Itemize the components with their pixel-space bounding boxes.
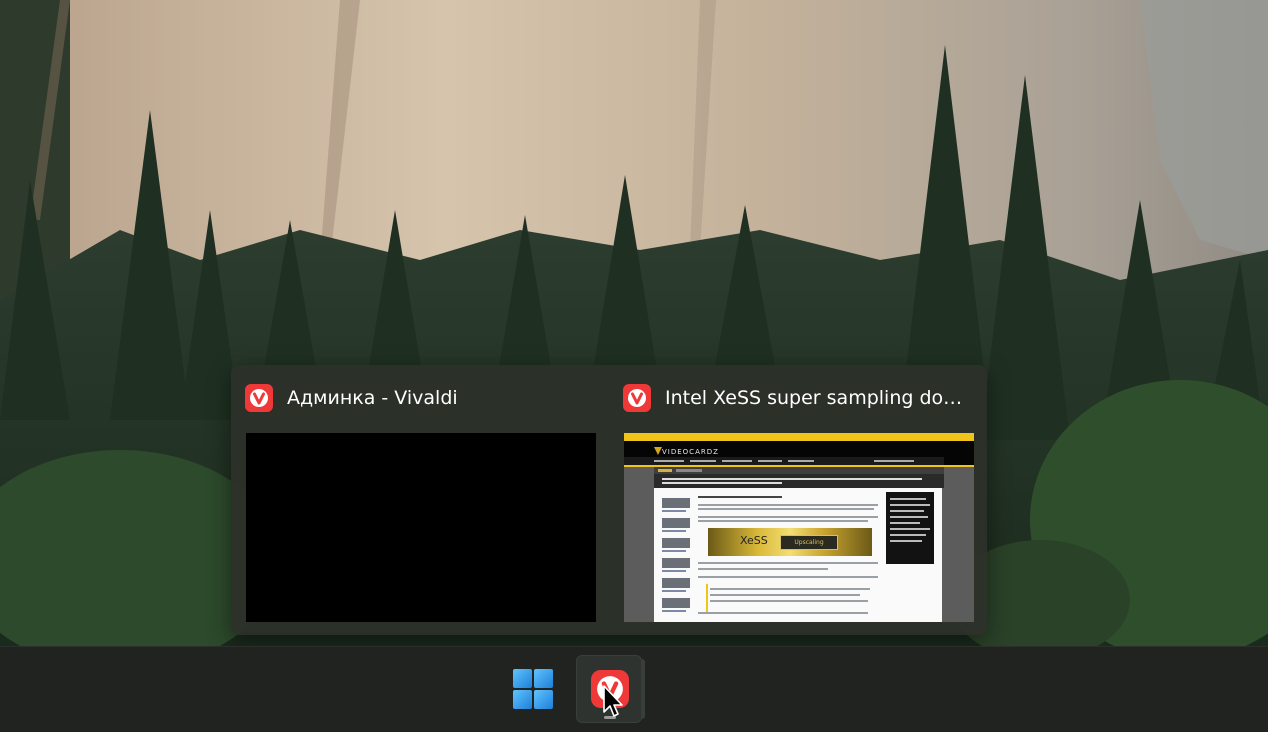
breadcrumb — [654, 467, 944, 474]
window-preview-card[interactable]: Админка - Vivaldi — [235, 365, 607, 635]
taskbar — [0, 646, 1268, 732]
banner-upscaling-label: Upscaling — [780, 535, 838, 550]
vivaldi-icon — [623, 384, 651, 412]
window-stack-indicator — [642, 659, 645, 719]
windows-logo-icon — [513, 669, 553, 709]
site-menu — [624, 457, 944, 465]
browser-toolbar — [624, 433, 974, 441]
vivaldi-icon — [245, 384, 273, 412]
article-body: XeSS Upscaling — [654, 488, 942, 622]
window-title: Intel XeSS super sampling doe... — [665, 387, 965, 409]
window-thumbnail[interactable] — [246, 433, 596, 622]
window-preview-header: Intel XeSS super sampling doe... — [623, 383, 975, 413]
window-preview-card[interactable]: Intel XeSS super sampling doe... VIDEOCA… — [613, 365, 985, 635]
blockquote-bar — [706, 584, 708, 612]
related-list — [660, 494, 692, 622]
webpage-thumbnail: VIDEOCARDZ XeSS Upscaling — [624, 433, 974, 622]
window-thumbnail[interactable]: VIDEOCARDZ XeSS Upscaling — [624, 433, 974, 622]
banner-xess-text: XeSS — [740, 534, 768, 547]
window-preview-header: Админка - Vivaldi — [245, 383, 597, 413]
start-button[interactable] — [505, 657, 561, 721]
mouse-cursor-icon — [603, 685, 623, 717]
window-title: Админка - Vivaldi — [287, 387, 458, 409]
task-preview-flyout: Админка - Vivaldi Intel XeSS super sampl… — [231, 365, 987, 635]
site-logo-icon — [654, 447, 662, 455]
article-headline — [654, 474, 944, 488]
site-logo: VIDEOCARDZ — [662, 448, 719, 456]
sidebar-ad — [886, 492, 934, 564]
